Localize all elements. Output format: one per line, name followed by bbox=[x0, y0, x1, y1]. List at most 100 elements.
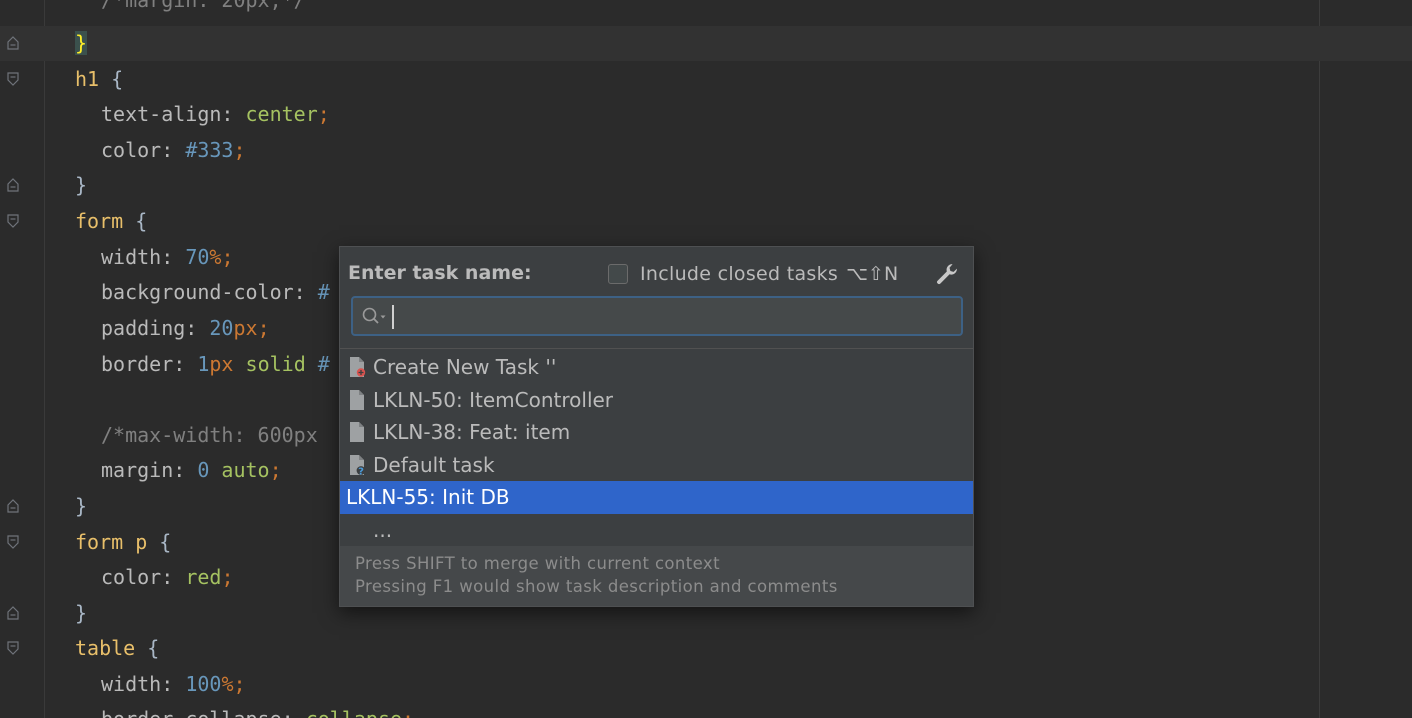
code-token: % bbox=[221, 672, 234, 696]
fold-end-icon[interactable] bbox=[7, 36, 19, 50]
switch-task-popup: Enter task name: Include closed tasks ⌥⇧… bbox=[339, 246, 974, 607]
code-token: background-color bbox=[101, 280, 294, 304]
fold-end-icon[interactable] bbox=[7, 606, 19, 620]
include-closed-tasks-shortcut: ⌥⇧N bbox=[846, 263, 899, 285]
code-token: { bbox=[147, 530, 172, 554]
code-line[interactable]: width: 100%; bbox=[0, 667, 1412, 702]
code-token: border bbox=[101, 352, 174, 376]
code-text: } bbox=[75, 26, 88, 61]
fold-start-icon[interactable] bbox=[7, 72, 19, 86]
code-line[interactable]: text-align: center; bbox=[0, 97, 1412, 132]
code-token: 20 bbox=[209, 316, 234, 340]
include-closed-tasks-option[interactable]: Include closed tasks ⌥⇧N bbox=[608, 261, 898, 287]
code-token: { bbox=[99, 67, 124, 91]
code-line[interactable]: border-collapse: collapse; bbox=[0, 702, 1412, 718]
code-line[interactable]: h1 { bbox=[0, 62, 1412, 97]
code-token: ; bbox=[221, 245, 234, 269]
header-divider bbox=[340, 348, 973, 349]
code-line[interactable]: form { bbox=[0, 204, 1412, 239]
task-item-label: LKLN-50: ItemController bbox=[373, 387, 614, 412]
hint-f1-description: Pressing F1 would show task description … bbox=[355, 577, 838, 596]
code-token: : bbox=[173, 352, 198, 376]
code-token: text-align bbox=[101, 102, 222, 126]
code-text: width: 70%; bbox=[101, 240, 234, 275]
include-closed-tasks-label[interactable]: Include closed tasks bbox=[640, 263, 838, 285]
fold-end-icon[interactable] bbox=[7, 499, 19, 513]
task-search-field[interactable] bbox=[351, 296, 963, 336]
task-item-more[interactable]: ... bbox=[340, 514, 973, 547]
task-item-lkln-50[interactable]: LKLN-50: ItemController bbox=[340, 384, 973, 417]
code-token: ; bbox=[257, 316, 270, 340]
task-item-default[interactable]: ? Default task bbox=[340, 449, 973, 482]
code-token: } bbox=[75, 173, 88, 197]
code-token: ; bbox=[269, 458, 282, 482]
code-token: : bbox=[293, 280, 318, 304]
hint-shift-merge: Press SHIFT to merge with current contex… bbox=[355, 554, 720, 573]
code-token: red bbox=[185, 565, 222, 589]
task-item-lkln-38[interactable]: LKLN-38: Feat: item bbox=[340, 416, 973, 449]
code-token: { bbox=[135, 636, 160, 660]
task-list: Create New Task '' LKLN-50: ItemControll… bbox=[340, 351, 973, 546]
code-token: 1 bbox=[197, 352, 210, 376]
code-text: h1 { bbox=[75, 62, 123, 97]
code-text: padding: 20px; bbox=[101, 311, 270, 346]
code-line[interactable]: color: #333; bbox=[0, 133, 1412, 168]
code-text: /*max-width: 600px bbox=[101, 418, 318, 453]
code-text: form { bbox=[75, 204, 147, 239]
code-token: color bbox=[101, 138, 162, 162]
code-token: /*margin: 20px;*/ bbox=[101, 0, 306, 12]
include-closed-tasks-checkbox[interactable] bbox=[608, 264, 628, 284]
task-icon bbox=[350, 389, 364, 410]
search-icon[interactable] bbox=[361, 306, 389, 326]
code-line[interactable]: } bbox=[0, 26, 1412, 61]
code-token: { bbox=[123, 209, 148, 233]
code-token: ; bbox=[317, 102, 330, 126]
code-token: % bbox=[209, 245, 222, 269]
code-token: collapse bbox=[306, 707, 402, 718]
text-caret bbox=[392, 305, 394, 329]
code-line[interactable]: /*margin: 20px;*/ bbox=[0, 0, 1412, 18]
code-text: } bbox=[75, 596, 87, 631]
code-token: ; bbox=[233, 138, 246, 162]
new-task-icon bbox=[350, 357, 366, 377]
code-text: color: red; bbox=[101, 560, 233, 595]
code-token: : bbox=[282, 707, 306, 718]
code-token: : bbox=[173, 458, 198, 482]
wrench-icon[interactable] bbox=[934, 261, 960, 287]
code-token: ; bbox=[233, 672, 246, 696]
code-token: 70 bbox=[185, 245, 210, 269]
fold-start-icon[interactable] bbox=[7, 214, 19, 228]
code-token: ; bbox=[221, 565, 234, 589]
code-token: color bbox=[101, 565, 162, 589]
code-text: border-collapse: collapse; bbox=[101, 702, 414, 718]
code-token: # bbox=[317, 352, 330, 376]
code-text: border: 1px solid # bbox=[101, 347, 330, 382]
task-item-lkln-55[interactable]: LKLN-55: Init DB bbox=[340, 481, 973, 514]
task-item-label: Default task bbox=[373, 452, 495, 477]
task-item-label: LKLN-38: Feat: item bbox=[373, 420, 571, 444]
code-token: ; bbox=[402, 707, 414, 718]
code-token: : bbox=[185, 316, 210, 340]
fold-start-icon[interactable] bbox=[7, 535, 19, 549]
code-token: border-collapse bbox=[101, 707, 282, 718]
code-line[interactable]: } bbox=[0, 168, 1412, 203]
code-token: } bbox=[75, 494, 88, 518]
code-line[interactable]: table { bbox=[0, 631, 1412, 666]
code-token: 100 bbox=[185, 672, 222, 696]
code-token: px bbox=[233, 316, 258, 340]
code-text: width: 100%; bbox=[101, 667, 246, 702]
task-item-create-new[interactable]: Create New Task '' bbox=[340, 351, 973, 384]
code-token: : bbox=[221, 102, 246, 126]
code-token: } bbox=[75, 601, 88, 625]
svg-text:?: ? bbox=[358, 466, 364, 476]
code-token: 0 bbox=[197, 458, 210, 482]
code-text: } bbox=[75, 168, 87, 203]
code-token: : bbox=[161, 138, 186, 162]
code-text: text-align: center; bbox=[101, 97, 330, 132]
code-token: auto bbox=[209, 458, 270, 482]
task-icon bbox=[350, 422, 364, 442]
fold-start-icon[interactable] bbox=[7, 641, 19, 655]
code-token: h1 bbox=[75, 67, 100, 91]
code-token: : bbox=[161, 565, 186, 589]
fold-end-icon[interactable] bbox=[7, 178, 19, 192]
